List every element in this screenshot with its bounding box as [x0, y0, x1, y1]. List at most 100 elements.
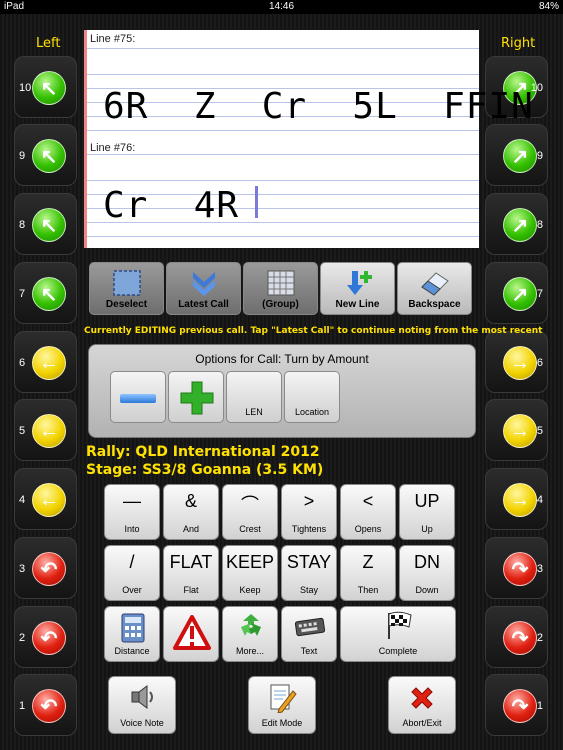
left-turn-5-button[interactable]: ← 5: [14, 399, 77, 461]
location-button[interactable]: Location: [284, 371, 340, 423]
crest-key-glyph: ⌒: [241, 495, 259, 515]
tightens-key[interactable]: > Tightens: [281, 484, 337, 540]
left-turn-number: 4: [19, 494, 26, 506]
opens-key-glyph: <: [362, 491, 374, 511]
up-key-glyph: UP: [414, 491, 440, 511]
up-key[interactable]: UP Up: [399, 484, 455, 540]
voice-note-label: Voice Note: [120, 718, 164, 728]
abort-exit-label: Abort/Exit: [402, 718, 442, 728]
plus-icon: [179, 380, 215, 416]
into-key-label: Into: [124, 524, 140, 534]
complete-button[interactable]: Complete: [340, 606, 456, 662]
left-turn-8-button[interactable]: ↖ 8: [14, 193, 77, 255]
and-key-label: And: [182, 524, 199, 534]
text-button[interactable]: Text: [281, 606, 337, 662]
right-turn-number: 4: [536, 494, 543, 506]
arrow-turn-right-icon: ↷: [503, 689, 537, 723]
left-turn-4-button[interactable]: ← 4: [14, 468, 77, 530]
eraser-icon: [418, 269, 452, 302]
crest-key-label: Crest: [239, 524, 261, 534]
left-turn-number: 9: [19, 150, 26, 162]
arrow-up-left-icon: ↖: [32, 139, 66, 173]
new-line-button[interactable]: New Line: [320, 262, 395, 315]
left-turn-number: 6: [19, 357, 26, 369]
right-turn-4-button[interactable]: → 4: [485, 468, 548, 530]
crest-key[interactable]: ⌒ Crest: [222, 484, 278, 540]
down-key[interactable]: DN Down: [399, 545, 455, 601]
editing-notice: Currently EDITING previous call. Tap "La…: [84, 326, 543, 336]
right-turn-3-button[interactable]: ↷ 3: [485, 537, 548, 599]
right-turn-7-button[interactable]: ↗ 7: [485, 262, 548, 324]
new-line-arrow-icon: [342, 269, 374, 302]
left-turn-10-button[interactable]: ↖ 10: [14, 56, 77, 118]
left-turn-9-button[interactable]: ↖ 9: [14, 124, 77, 186]
new-line-label: New Line: [335, 299, 380, 310]
complete-label: Complete: [378, 646, 418, 656]
right-turn-6-button[interactable]: → 6: [485, 331, 548, 393]
keep-key[interactable]: KEEP Keep: [222, 545, 278, 601]
right-turn-2-button[interactable]: ↷ 2: [485, 606, 548, 668]
left-turn-2-button[interactable]: ↶ 2: [14, 606, 77, 668]
then-key[interactable]: Z Then: [340, 545, 396, 601]
left-turn-3-button[interactable]: ↶ 3: [14, 537, 77, 599]
double-chevron-down-icon: [189, 269, 219, 302]
arrow-turn-right-icon: ↷: [503, 552, 537, 586]
right-turn-number: 9: [536, 150, 543, 162]
edit-mode-label: Edit Mode: [261, 718, 303, 728]
arrow-up-right-icon: ↗: [503, 277, 537, 311]
len-button[interactable]: LEN: [226, 371, 282, 423]
right-turn-number: 7: [536, 288, 543, 300]
left-turn-6-button[interactable]: ← 6: [14, 331, 77, 393]
clock: 14:46: [268, 1, 295, 12]
right-turn-1-button[interactable]: ↷ 1: [485, 674, 548, 736]
arrow-up-right-icon: ↗: [503, 139, 537, 173]
more-button[interactable]: More...: [222, 606, 278, 662]
abort-exit-button[interactable]: Abort/Exit: [388, 676, 456, 734]
backspace-button[interactable]: Backspace: [397, 262, 472, 315]
edit-mode-button[interactable]: Edit Mode: [248, 676, 316, 734]
pace-notes-pad[interactable]: Line #75: 6R Z Cr 5L FFIN Line #76: Cr 4…: [84, 30, 533, 248]
into-key[interactable]: — Into: [104, 484, 160, 540]
opens-key-label: Opens: [354, 524, 382, 534]
left-turn-number: 2: [19, 632, 26, 644]
voice-note-button[interactable]: Voice Note: [108, 676, 176, 734]
right-column-label: Right: [501, 36, 536, 51]
left-turn-1-button[interactable]: ↶ 1: [14, 674, 77, 736]
arrow-left-icon: ←: [32, 346, 66, 380]
deselect-button[interactable]: Deselect: [89, 262, 164, 315]
call-keypad: — Into & And ⌒ Crest > Tightens < Opens UP Up / Over…: [104, 484, 458, 662]
latest-call-button[interactable]: Latest Call: [166, 262, 241, 315]
flat-key-label: Flat: [183, 585, 199, 595]
into-key-glyph: —: [123, 491, 141, 511]
recycle-icon: [237, 611, 265, 644]
distance-button[interactable]: Distance: [104, 606, 160, 662]
line-75-text[interactable]: 6R Z Cr 5L FFIN: [103, 86, 534, 127]
right-turn-5-button[interactable]: → 5: [485, 399, 548, 461]
over-key[interactable]: / Over: [104, 545, 160, 601]
decrease-button[interactable]: [110, 371, 166, 423]
and-key[interactable]: & And: [163, 484, 219, 540]
left-turn-number: 7: [19, 288, 26, 300]
right-turn-number: 8: [536, 219, 543, 231]
flat-key[interactable]: FLAT Flat: [163, 545, 219, 601]
group-button[interactable]: (Group): [243, 262, 318, 315]
arrow-turn-left-icon: ↶: [32, 689, 66, 723]
rally-name: Rally: QLD International 2012: [86, 444, 320, 460]
deselect-label: Deselect: [105, 299, 148, 310]
arrow-right-icon: →: [503, 346, 537, 380]
line-76-text[interactable]: Cr 4R: [103, 185, 239, 226]
warning-button[interactable]: [163, 606, 219, 662]
left-turn-7-button[interactable]: ↖ 7: [14, 262, 77, 324]
arrow-turn-right-icon: ↷: [503, 621, 537, 655]
increase-button[interactable]: [168, 371, 224, 423]
right-turn-9-button[interactable]: ↗ 9: [485, 124, 548, 186]
opens-key[interactable]: < Opens: [340, 484, 396, 540]
speaker-icon: [128, 683, 156, 716]
stay-key[interactable]: STAY Stay: [281, 545, 337, 601]
dashed-square-icon: [112, 269, 142, 302]
right-turn-8-button[interactable]: ↗ 8: [485, 193, 548, 255]
battery-level: 84%: [538, 1, 559, 12]
status-bar: iPad 14:46 84%: [0, 0, 563, 14]
then-key-glyph: Z: [362, 552, 374, 572]
line-75-label: Line #75:: [90, 33, 136, 45]
